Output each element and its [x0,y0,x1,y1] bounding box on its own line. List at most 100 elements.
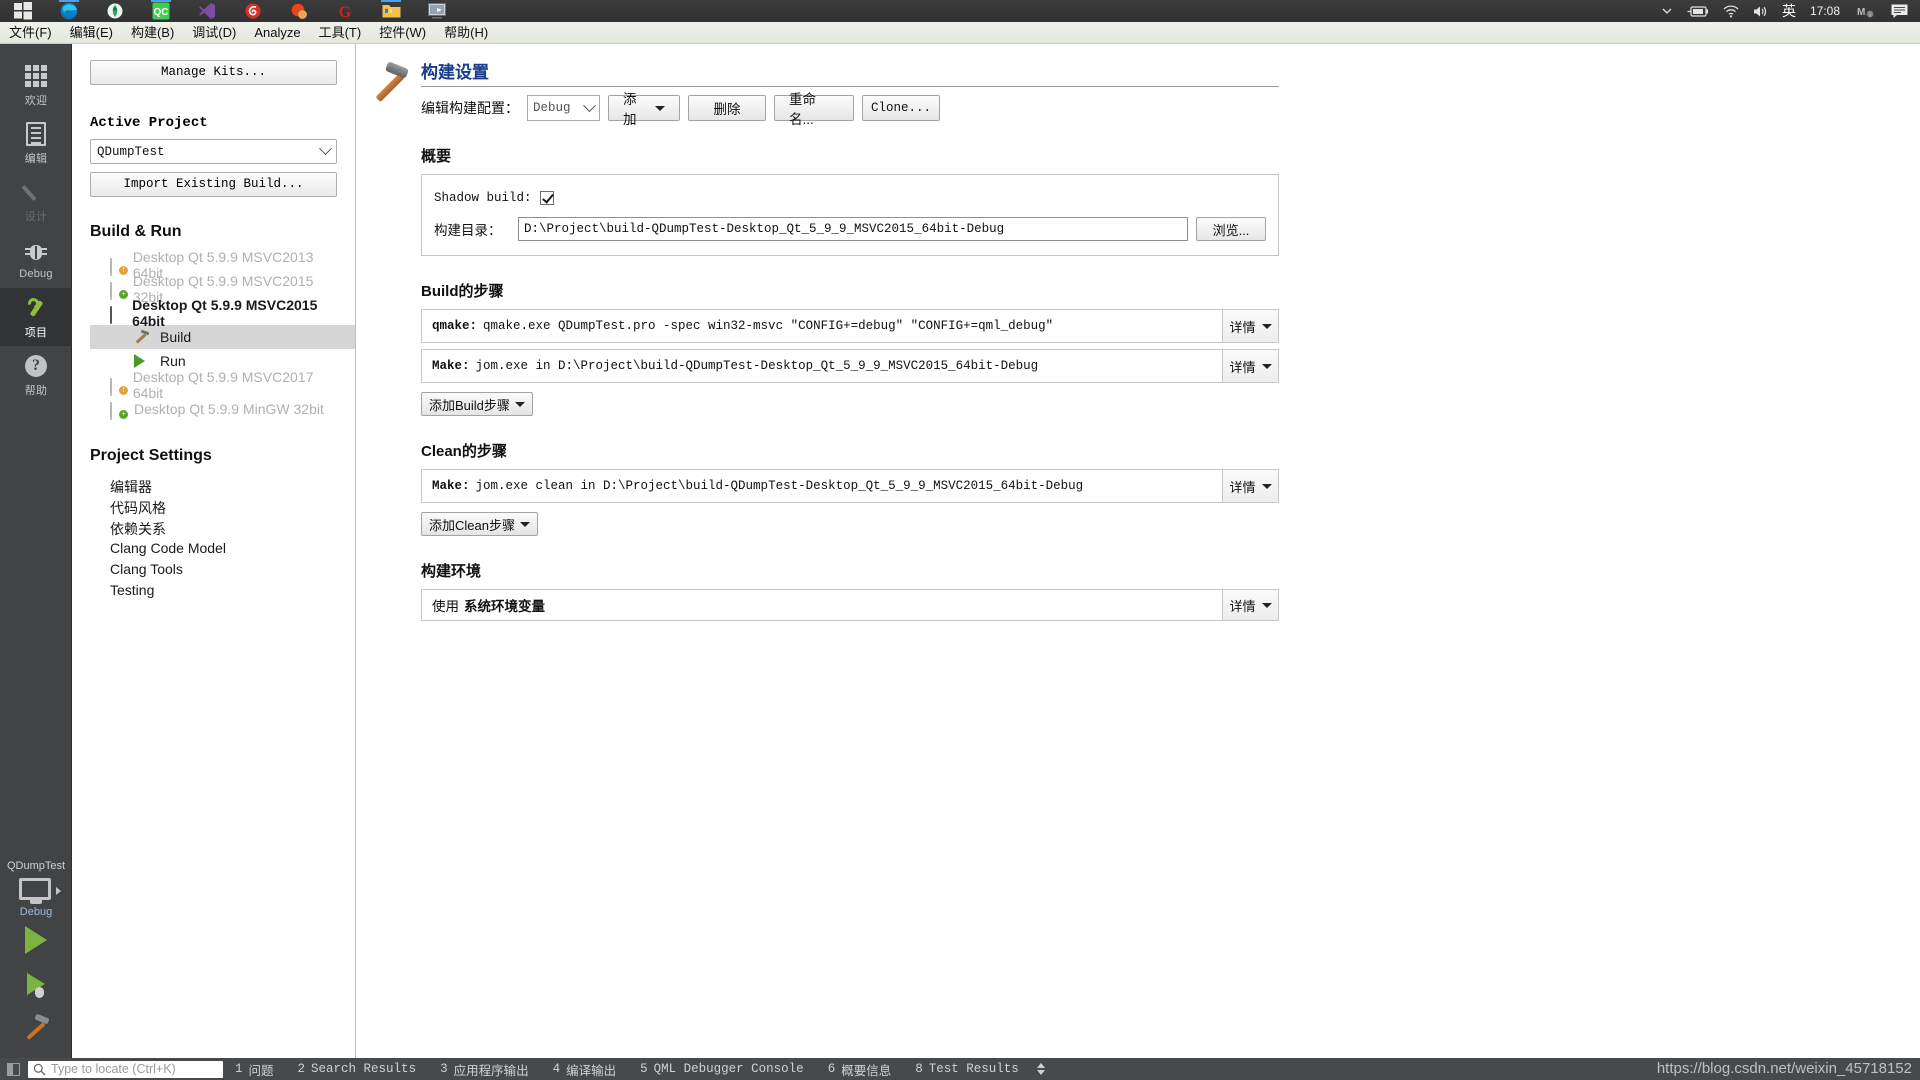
run-button[interactable] [0,918,72,962]
app-icon-g-red[interactable]: G [322,0,368,22]
details-label: 详情 [1229,319,1256,335]
manage-kits-button[interactable]: Manage Kits... [90,60,337,85]
mode-button-design[interactable]: 设计 [0,172,72,230]
taskbar-clock[interactable]: 17:08 [1802,4,1848,18]
output-pane-search-results[interactable]: 2 Search Results [286,1058,429,1080]
mode-button-help[interactable]: ? 帮助 [0,346,72,404]
pane-updown-icon[interactable] [1036,1063,1045,1075]
details-label: 详情 [1229,359,1256,375]
kit-item-mingw-32[interactable]: + Desktop Qt 5.9.9 MinGW 32bit [90,397,337,421]
active-project-value: QDumpTest [97,144,165,159]
file-explorer-icon[interactable] [368,0,414,22]
app-icon-red-swirl[interactable] [230,0,276,22]
output-pane-compile-output[interactable]: 4 编译输出 [541,1058,629,1080]
toggle-sidebar-icon[interactable] [0,1058,26,1080]
remove-config-label: 删除 [713,102,741,117]
pane-number: 5 [640,1062,648,1076]
remove-config-button[interactable]: 删除 [688,95,766,121]
mode-button-edit[interactable]: 编辑 [0,114,72,172]
build-step-content[interactable]: Make: jom.exe in D:\Project\build-QDumpT… [422,350,1222,382]
clean-step-details-button[interactable]: 详情 [1222,470,1278,502]
clean-steps-heading: Clean的步骤 [421,443,507,460]
app-root: QC G 英 17:08 M i 文件(F) 编辑(E) 构建(B) 调试(D)… [0,0,1920,1080]
output-pane-application-output[interactable]: 3 应用程序输出 [428,1058,541,1080]
menu-analyze[interactable]: Analyze [245,22,309,44]
output-pane-test-results[interactable]: 8 Test Results [903,1058,1031,1080]
mode-button-debug[interactable]: Debug [0,230,72,288]
pane-number: 6 [827,1062,836,1076]
project-settings-list: 编辑器 代码风格 依赖关系 Clang Code Model Clang Too… [90,477,337,603]
build-step-details-button[interactable]: 详情 [1222,350,1278,382]
debug-button[interactable] [0,962,72,1006]
output-pane-qml-debugger-console[interactable]: 5 QML Debugger Console [628,1058,816,1080]
project-settings-item-clang-tools[interactable]: Clang Tools [90,561,337,582]
desktop-warning-icon: ! [110,257,133,276]
caret-down-icon [1261,602,1272,608]
build-button[interactable] [0,1006,72,1050]
show-hidden-icons-icon[interactable] [1654,0,1680,22]
build-step-name: Make: [432,359,470,373]
add-config-button[interactable]: 添加 [608,92,680,127]
mode-button-welcome[interactable]: 欢迎 [0,56,72,114]
build-environment-details-button[interactable]: 详情 [1222,590,1278,620]
output-pane-issues[interactable]: 1 问题 [223,1058,286,1080]
build-step-details-button[interactable]: 详情 [1222,310,1278,342]
locator-search-input[interactable]: Type to locate (Ctrl+K) [28,1060,223,1078]
build-config-label: 编辑构建配置： [421,100,519,116]
caret-down-icon [655,105,665,111]
windows-start-icon[interactable] [0,0,46,22]
menu-debug[interactable]: 调试(D) [183,22,245,44]
project-settings-item-code-style[interactable]: 代码风格 [90,498,337,519]
caret-down-icon [519,521,530,527]
build-directory-input[interactable]: D:\Project\build-QDumpTest-Desktop_Qt_5_… [518,217,1188,241]
visual-studio-icon[interactable] [184,0,230,22]
volume-icon[interactable] [1746,0,1776,22]
build-settings-page: 构建设置 编辑构建配置： Debug 添加 删除 重命名... Clone... [357,44,1920,1058]
remote-desktop-icon[interactable] [414,0,460,22]
app-icon-green[interactable] [92,0,138,22]
add-clean-step-button[interactable]: 添加Clean步骤 [421,512,538,536]
shadow-build-checkbox[interactable] [539,191,554,205]
kit-selector-button[interactable]: QDumpTest Debug [0,852,72,918]
output-pane-general-messages[interactable]: 6 概要信息 [816,1058,904,1080]
build-step-content[interactable]: qmake: qmake.exe QDumpTest.pro -spec win… [422,310,1222,342]
kit-item-msvc2017-64[interactable]: ! Desktop Qt 5.9.9 MSVC2017 64bit [90,369,337,401]
menu-tools[interactable]: 工具(T) [310,22,371,44]
active-project-combo[interactable]: QDumpTest [90,139,337,164]
build-directory-label: 构建目录： [434,223,502,238]
import-existing-build-button[interactable]: Import Existing Build... [90,172,337,197]
microsoft-edge-icon[interactable] [46,0,92,22]
menu-file[interactable]: 文件(F) [0,22,61,44]
build-environment-row: 使用 系统环境变量 详情 [421,589,1279,621]
project-settings-item-editor[interactable]: 编辑器 [90,477,337,498]
clone-config-button[interactable]: Clone... [862,95,940,121]
clean-step-content[interactable]: Make: jom.exe clean in D:\Project\build-… [422,470,1222,502]
ime-language-indicator[interactable]: 英 [1776,1,1802,21]
project-settings-item-testing[interactable]: Testing [90,582,337,603]
project-settings-item-dependencies[interactable]: 依赖关系 [90,519,337,540]
build-config-combo[interactable]: Debug [527,95,600,121]
kit-item-msvc2015-64[interactable]: Desktop Qt 5.9.9 MSVC2015 64bit [90,297,337,329]
menu-edit[interactable]: 编辑(E) [61,22,122,44]
question-icon: ? [25,353,47,379]
browse-button[interactable]: 浏览... [1196,217,1266,241]
chevron-down-icon [319,142,332,156]
menu-window[interactable]: 控件(W) [370,22,435,44]
mode-button-projects[interactable]: 项目 [0,288,72,346]
ccleaner-icon[interactable] [276,0,322,22]
wifi-icon[interactable] [1716,0,1746,22]
mode-label-help: 帮助 [24,384,48,397]
battery-icon[interactable] [1680,0,1716,22]
pane-label: 编译输出 [566,1063,617,1078]
mode-label-projects: 项目 [24,326,48,339]
notification-icon[interactable] [1882,0,1916,22]
kit-list: ! Desktop Qt 5.9.9 MSVC2013 64bit + Desk… [90,249,355,421]
add-build-step-button[interactable]: 添加Build步骤 [421,392,533,416]
project-settings-item-clang-code-model[interactable]: Clang Code Model [90,540,337,561]
qt-creator-icon[interactable]: QC [138,0,184,22]
ime-status-icon[interactable]: Mi [1848,0,1882,22]
menu-build[interactable]: 构建(B) [122,22,183,44]
menu-help[interactable]: 帮助(H) [435,22,497,44]
locator-placeholder: Type to locate (Ctrl+K) [51,1062,176,1076]
rename-config-button[interactable]: 重命名... [774,92,854,127]
